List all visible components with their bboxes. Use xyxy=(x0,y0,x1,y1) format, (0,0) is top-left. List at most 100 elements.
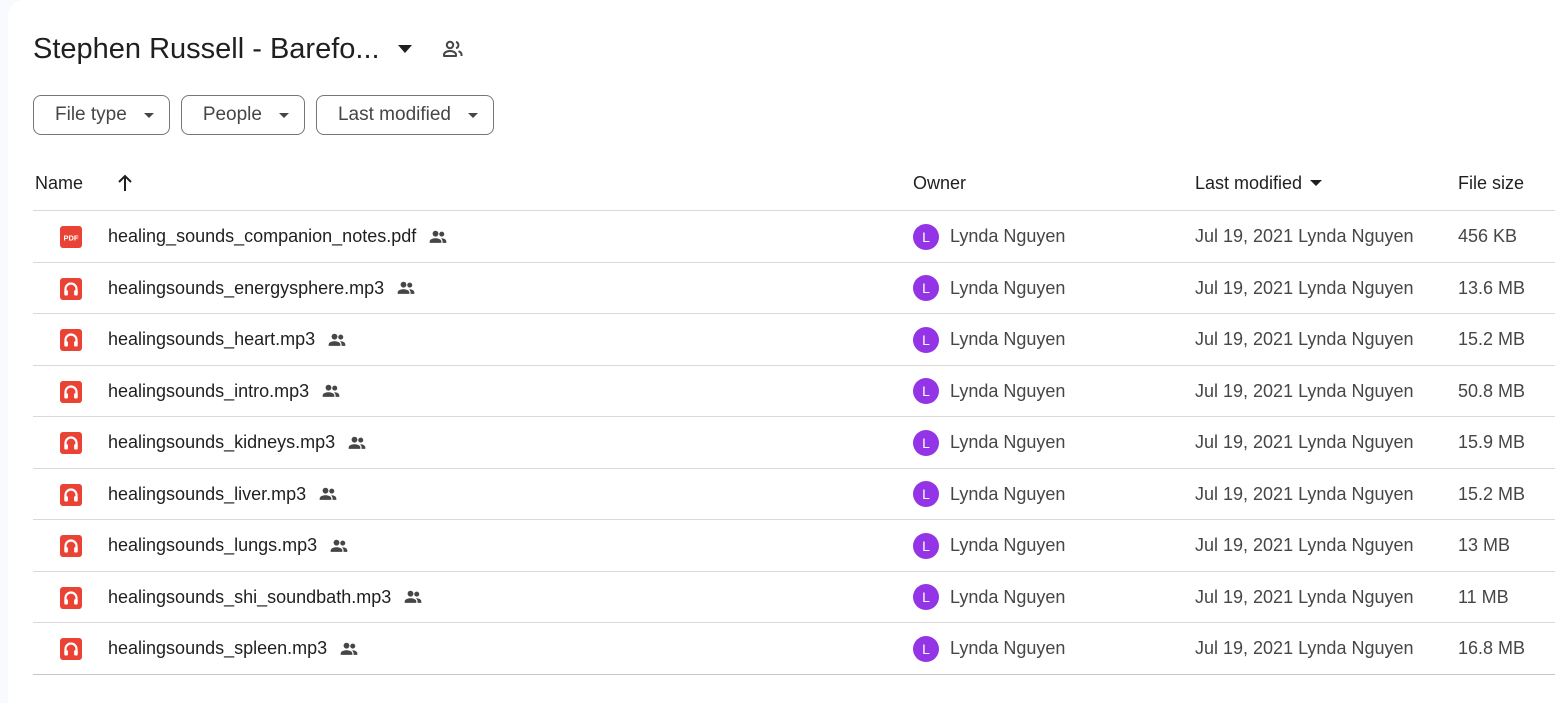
audio-file-icon xyxy=(60,586,82,609)
last-modified-column-header[interactable]: Last modified xyxy=(1195,163,1324,203)
people-icon xyxy=(338,638,360,660)
people-icon xyxy=(395,277,417,299)
file-name-cell[interactable]: healing_sounds_companion_notes.pdf xyxy=(108,211,449,262)
table-row[interactable]: healingsounds_kidneys.mp3 L Lynda Nguyen Ju… xyxy=(33,417,1555,469)
table-row[interactable]: healingsounds_intro.mp3 L Lynda Nguyen Jul … xyxy=(33,366,1555,417)
avatar[interactable]: L xyxy=(913,532,939,559)
last-modified-cell: Jul 19, 2021 Lynda Nguyen xyxy=(1195,520,1414,571)
filter-label: People xyxy=(202,104,262,125)
file-name: healingsounds_lungs.mp3 xyxy=(108,535,318,555)
arrow-up-icon[interactable] xyxy=(113,171,137,195)
file-size-cell: 15.9 MB xyxy=(1458,432,1526,452)
owner-column-header[interactable]: Owner xyxy=(913,163,966,203)
file-size-cell: 11 MB xyxy=(1458,586,1509,607)
modified-by: Lynda Nguyen xyxy=(1298,329,1414,349)
audio-file-icon xyxy=(60,483,82,506)
last-modified-cell: Jul 19, 2021 Lynda Nguyen xyxy=(1195,623,1414,674)
file-size-cell: 13.6 MB xyxy=(1458,277,1526,298)
file-size-cell: 13 MB xyxy=(1458,535,1511,555)
owner-cell: L Lynda Nguyen xyxy=(913,623,1065,674)
owner-cell: L Lynda Nguyen xyxy=(913,417,1065,468)
avatar[interactable]: L xyxy=(913,481,939,507)
file-name-cell[interactable]: healingsounds_intro.mp3 xyxy=(108,366,342,417)
owner-cell: L Lynda Nguyen xyxy=(913,469,1065,520)
pdf-icon-label: PDF xyxy=(64,234,79,243)
caret-down-icon xyxy=(276,107,292,123)
people-icon xyxy=(326,329,348,351)
owner-name: Lynda Nguyen xyxy=(950,277,1066,298)
modified-date: Jul 19, 2021 xyxy=(1195,226,1294,246)
last-modified-cell: Jul 19, 2021 Lynda Nguyen xyxy=(1195,572,1414,623)
table-row[interactable]: healingsounds_liver.mp3 L Lynda Nguyen Jul … xyxy=(33,469,1555,520)
modified-by: Lynda Nguyen xyxy=(1298,380,1414,401)
avatar[interactable]: L xyxy=(913,635,939,662)
people-icon[interactable] xyxy=(440,36,466,62)
last-modified-cell: Jul 19, 2021 Lynda Nguyen xyxy=(1195,314,1414,365)
modified-by: Lynda Nguyen xyxy=(1298,483,1414,504)
audio-file-icon xyxy=(60,638,82,660)
people-icon xyxy=(402,586,424,608)
table-row[interactable]: healingsounds_heart.mp3 L Lynda Nguyen Jul … xyxy=(33,314,1555,366)
last-modified-header-label: Last modified xyxy=(1195,172,1303,193)
file-name-cell[interactable]: healingsounds_energysphere.mp3 xyxy=(108,263,417,314)
table-row[interactable]: healingsounds_energysphere.mp3 L Lynda Ngu… xyxy=(33,263,1555,314)
file-name-cell[interactable]: healingsounds_shi_soundbath.mp3 xyxy=(108,572,424,623)
owner-name: Lynda Nguyen xyxy=(950,432,1066,452)
modified-date: Jul 19, 2021 xyxy=(1195,535,1294,555)
last-modified-cell: Jul 19, 2021 Lynda Nguyen xyxy=(1195,211,1414,262)
table-row[interactable]: healingsounds_spleen.mp3 L Lynda Nguyen Jul… xyxy=(33,623,1555,675)
filter-label: Last modified xyxy=(337,104,451,125)
people-filter[interactable]: People xyxy=(180,95,305,135)
people-icon xyxy=(346,432,368,454)
file-size-cell: 50.8 MB xyxy=(1458,380,1526,401)
modified-date: Jul 19, 2021 xyxy=(1195,432,1294,452)
owner-name: Lynda Nguyen xyxy=(950,535,1066,555)
owner-cell: L Lynda Nguyen xyxy=(913,366,1065,417)
table-row[interactable]: healingsounds_shi_soundbath.mp3 L Lynda Ng… xyxy=(33,572,1555,623)
name-column-header[interactable]: Name xyxy=(35,163,83,203)
last-modified-cell: Jul 19, 2021 Lynda Nguyen xyxy=(1195,263,1414,314)
modified-by: Lynda Nguyen xyxy=(1298,432,1414,452)
table-row[interactable]: PDF healing_sounds_companion_notes.pdf L Ly… xyxy=(33,211,1555,263)
file-size-cell: 15.2 MB xyxy=(1458,483,1526,504)
owner-cell: L Lynda Nguyen xyxy=(913,314,1065,365)
caret-down-icon xyxy=(1308,175,1324,191)
modified-by: Lynda Nguyen xyxy=(1298,638,1414,658)
file-name-cell[interactable]: healingsounds_lungs.mp3 xyxy=(108,520,350,571)
caret-down-icon[interactable] xyxy=(392,36,418,62)
owner-cell: L Lynda Nguyen xyxy=(913,211,1065,262)
avatar[interactable]: L xyxy=(913,429,939,456)
modified-date: Jul 19, 2021 xyxy=(1195,483,1294,504)
owner-name: Lynda Nguyen xyxy=(950,483,1066,504)
file-name-cell[interactable]: healingsounds_spleen.mp3 xyxy=(108,623,360,674)
modified-by: Lynda Nguyen xyxy=(1298,535,1414,555)
file-name-cell[interactable]: healingsounds_liver.mp3 xyxy=(108,469,339,520)
file-list: PDF healing_sounds_companion_notes.pdf L Ly… xyxy=(33,211,1555,675)
modified-date: Jul 19, 2021 xyxy=(1195,586,1294,607)
owner-cell: L Lynda Nguyen xyxy=(913,572,1065,623)
file-name: healingsounds_kidneys.mp3 xyxy=(108,432,336,452)
avatar[interactable]: L xyxy=(913,223,939,250)
audio-file-icon xyxy=(60,277,82,300)
owner-name: Lynda Nguyen xyxy=(950,586,1066,607)
avatar[interactable]: L xyxy=(913,378,939,404)
avatar[interactable]: L xyxy=(913,275,939,301)
file-size-cell: 16.8 MB xyxy=(1458,638,1526,658)
modified-date: Jul 19, 2021 xyxy=(1195,329,1294,349)
filter-bar: File type People Last modified xyxy=(33,95,494,135)
file-size-cell: 456 KB xyxy=(1458,226,1518,246)
folder-title[interactable]: Stephen Russell - Barefo... xyxy=(33,33,380,66)
file-type-filter[interactable]: File type xyxy=(33,95,170,135)
modified-date: Jul 19, 2021 xyxy=(1195,277,1294,298)
file-size-column-header[interactable]: File size xyxy=(1458,163,1524,203)
avatar[interactable]: L xyxy=(913,326,939,353)
last-modified-filter[interactable]: Last modified xyxy=(315,95,494,135)
last-modified-cell: Jul 19, 2021 Lynda Nguyen xyxy=(1195,469,1414,520)
file-name-cell[interactable]: healingsounds_heart.mp3 xyxy=(108,314,348,365)
avatar[interactable]: L xyxy=(913,584,939,610)
file-name: healingsounds_spleen.mp3 xyxy=(108,638,328,658)
file-name-cell[interactable]: healingsounds_kidneys.mp3 xyxy=(108,417,368,468)
owner-name: Lynda Nguyen xyxy=(950,226,1066,246)
table-row[interactable]: healingsounds_lungs.mp3 L Lynda Nguyen Jul … xyxy=(33,520,1555,572)
modified-by: Lynda Nguyen xyxy=(1298,226,1414,246)
